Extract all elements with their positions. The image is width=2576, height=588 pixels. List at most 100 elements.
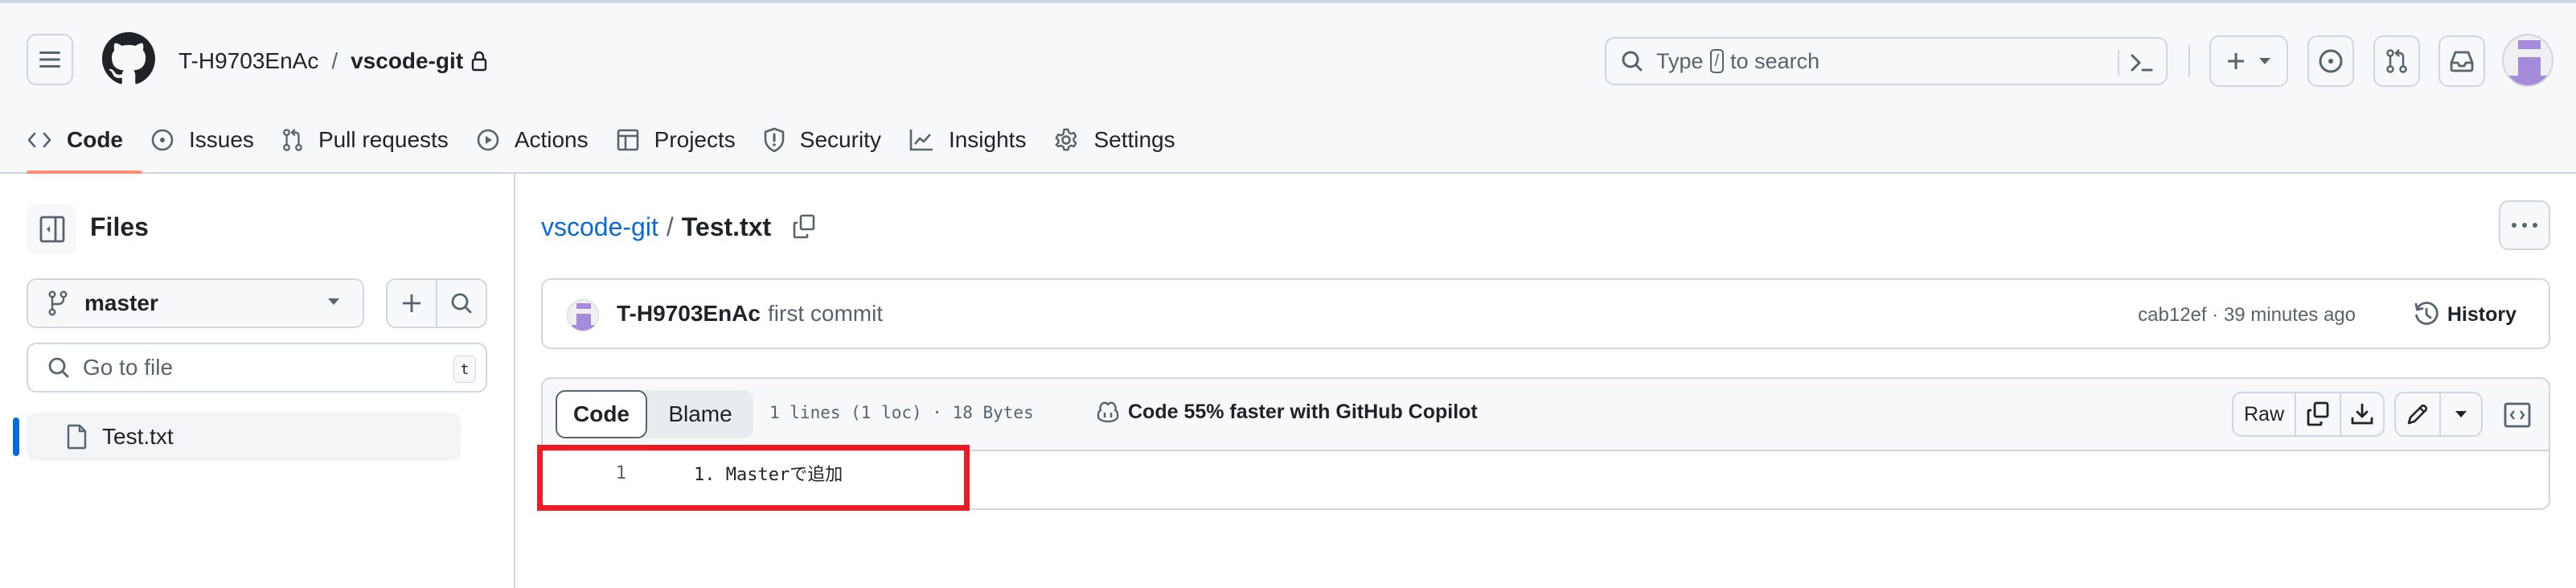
graph-icon	[909, 128, 934, 152]
file-toolbar: Code Blame 1 lines (1 loc) · 18 Bytes Co…	[543, 379, 2549, 451]
repo-link[interactable]: vscode-git	[351, 48, 463, 74]
blame-view-tab[interactable]: Blame	[647, 390, 753, 438]
play-icon	[476, 128, 500, 152]
raw-button[interactable]: Raw	[2233, 393, 2295, 435]
copilot-icon	[1096, 400, 1120, 424]
tab-code-label: Code	[67, 127, 123, 152]
code-view-tab[interactable]: Code	[556, 390, 647, 438]
collapse-sidebar-button[interactable]	[27, 204, 76, 254]
header-divider	[2188, 45, 2190, 77]
app-header: T-H9703EnAc / vscode-git Type / to searc…	[0, 0, 2576, 175]
user-avatar[interactable]	[2502, 34, 2553, 87]
search-icon	[47, 356, 70, 379]
tab-settings[interactable]: Settings	[1053, 116, 1175, 164]
inbox-button[interactable]	[2439, 35, 2485, 87]
tab-pull-requests-label: Pull requests	[318, 127, 449, 152]
search-divider	[2118, 50, 2119, 76]
tab-settings-label: Settings	[1093, 127, 1175, 152]
file-info: 1 lines (1 loc) · 18 Bytes	[769, 403, 1034, 422]
tab-issues[interactable]: Issues	[150, 116, 254, 164]
go-to-file-input[interactable]: Go to file t	[27, 343, 487, 393]
copy-raw-button[interactable]	[2295, 393, 2340, 435]
pencil-icon	[2406, 402, 2430, 426]
tab-pull-requests[interactable]: Pull requests	[281, 116, 449, 164]
plus-icon	[401, 293, 422, 314]
tab-security[interactable]: Security	[763, 116, 881, 164]
search-files-button[interactable]	[436, 280, 486, 327]
file-breadcrumb: vscode-git / Test.txt	[541, 211, 816, 243]
github-file-page: T-H9703EnAc / vscode-git Type / to searc…	[0, 0, 2576, 588]
breadcrumb-separator: /	[666, 212, 674, 241]
search-icon	[1621, 50, 1643, 72]
edit-file-button[interactable]	[2396, 393, 2439, 435]
code-square-icon	[2504, 402, 2531, 428]
create-new-button[interactable]	[2209, 35, 2288, 87]
search-icon	[450, 292, 473, 315]
search-placeholder-before: Type	[1656, 48, 1704, 73]
triangle-down-icon	[2258, 57, 2271, 65]
file-tree-item[interactable]: Test.txt	[27, 413, 461, 461]
line-number[interactable]: 1	[543, 463, 634, 483]
tab-actions[interactable]: Actions	[476, 116, 589, 164]
repo-breadcrumb: T-H9703EnAc / vscode-git	[178, 43, 487, 79]
search-placeholder-after: to search	[1730, 48, 1820, 73]
raw-label: Raw	[2243, 402, 2284, 426]
line-content: 1. Masterで追加	[694, 465, 843, 485]
file-tree-actions	[386, 278, 487, 328]
repo-nav-tabs: Code Issues Pull requests Actions Projec…	[27, 116, 1203, 164]
copilot-promo-link[interactable]: Code 55% faster with GitHub Copilot	[1096, 400, 1478, 424]
issue-opened-icon	[2318, 48, 2344, 74]
breadcrumb-repo-link[interactable]: vscode-git	[541, 212, 658, 242]
tab-insights[interactable]: Insights	[909, 116, 1027, 164]
tab-code[interactable]: Code	[27, 116, 123, 164]
git-branch-icon	[47, 290, 68, 316]
menu-button[interactable]	[27, 34, 73, 85]
download-button[interactable]	[2340, 393, 2383, 435]
go-to-file-placeholder: Go to file	[83, 355, 174, 380]
commit-meta[interactable]: cab12ef · 39 minutes ago	[2138, 304, 2356, 327]
tab-issues-label: Issues	[189, 127, 254, 152]
raw-copy-download-group: Raw	[2232, 392, 2385, 437]
file-icon	[67, 423, 88, 450]
tab-actions-label: Actions	[514, 127, 589, 152]
pull-requests-button[interactable]	[2373, 35, 2420, 87]
branch-name: master	[84, 290, 158, 315]
owner-link[interactable]: T-H9703EnAc	[178, 48, 318, 74]
file-tree-sidebar: Files master Go to file t Test.txt	[0, 174, 515, 588]
global-search-input[interactable]: Type / to search	[1605, 37, 2168, 85]
table-icon	[616, 128, 640, 152]
lock-icon	[471, 51, 487, 72]
git-pull-request-icon	[2385, 48, 2409, 74]
tab-projects[interactable]: Projects	[616, 116, 736, 164]
sidebar-collapse-icon	[39, 216, 65, 243]
commit-author-link[interactable]: T-H9703EnAc	[617, 301, 761, 327]
triangle-down-icon	[2455, 410, 2467, 418]
symbols-panel-button[interactable]	[2496, 395, 2538, 435]
code-line: 1 1. Masterで追加	[543, 453, 2549, 493]
history-label: History	[2447, 302, 2517, 326]
github-logo[interactable]	[102, 32, 155, 89]
tab-insights-label: Insights	[948, 127, 1027, 152]
add-file-button[interactable]	[388, 280, 436, 327]
breadcrumb-file-name: Test.txt	[681, 212, 772, 241]
shield-icon	[763, 127, 786, 153]
file-viewer: Code Blame 1 lines (1 loc) · 18 Bytes Co…	[541, 377, 2550, 510]
history-button[interactable]: History	[2414, 296, 2517, 333]
commit-author-avatar[interactable]	[567, 299, 599, 331]
git-pull-request-icon	[281, 128, 304, 152]
breadcrumb-separator: /	[331, 48, 338, 73]
more-options-button[interactable]	[2499, 200, 2550, 250]
issues-button[interactable]	[2307, 35, 2354, 87]
tab-security-label: Security	[799, 127, 881, 152]
view-mode-switch: Code Blame	[556, 390, 753, 438]
history-icon	[2414, 302, 2439, 327]
branch-select[interactable]: master	[27, 278, 364, 328]
commit-message-link[interactable]: first commit	[768, 301, 883, 327]
edit-options-dropdown[interactable]	[2439, 393, 2481, 435]
issue-opened-icon	[150, 128, 174, 152]
kebab-horizontal-icon	[2511, 222, 2538, 228]
code-icon	[27, 131, 52, 149]
files-title: Files	[90, 212, 149, 241]
command-palette-icon[interactable]	[2126, 47, 2158, 79]
copy-path-icon[interactable]	[792, 214, 816, 240]
